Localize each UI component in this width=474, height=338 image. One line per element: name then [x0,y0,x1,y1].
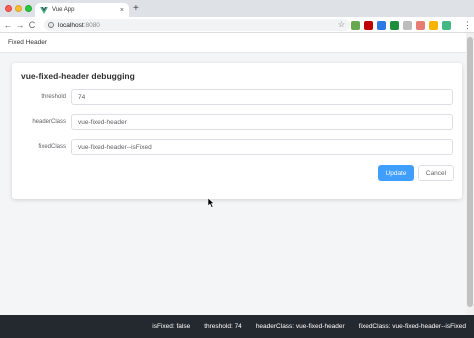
vue-logo-icon [40,6,48,14]
threshold-input[interactable] [71,89,453,105]
status-header-class: headerClass: vue-fixed-header [255,323,345,330]
browser-tab[interactable]: Vue App × [35,3,129,17]
browser-tabstrip: Vue App × + [0,0,474,17]
threshold-label: threshold [41,94,66,100]
header-class-label: headerClass [32,119,66,125]
tab-close-icon[interactable]: × [120,7,124,14]
browser-extension-icon[interactable] [442,21,451,30]
back-button[interactable]: ← [2,17,14,33]
status-threshold: threshold: 74 [204,323,242,330]
app-title: Fixed Header [8,39,48,46]
forward-button[interactable]: → [14,17,26,33]
status-fixed-class: fixedClass: vue-fixed-header--isFixed [358,323,466,330]
reload-button[interactable]: C [26,17,38,33]
url-port: :8080 [83,21,100,29]
tab-title: Vue App [52,7,75,13]
browser-extension-icon[interactable] [390,21,399,30]
minimize-window-button[interactable] [15,5,22,12]
app-header: Fixed Header [0,33,466,53]
scrollbar-thumb[interactable] [467,37,473,307]
maximize-window-button[interactable] [25,5,32,12]
new-tab-button[interactable]: + [133,3,139,15]
mouse-cursor-icon [208,198,215,208]
fixed-class-label: fixedClass [38,144,66,150]
header-class-input[interactable] [71,114,453,130]
fixed-class-input[interactable] [71,139,453,155]
status-is-fixed: isFixed: false [152,323,191,330]
status-bar: isFixed: false threshold: 74 headerClass… [0,315,474,338]
browser-extension-icon[interactable] [416,21,425,30]
bookmark-star-icon[interactable]: ☆ [338,19,345,31]
update-button[interactable]: Update [378,165,414,181]
close-window-button[interactable] [5,5,12,12]
card-title: vue-fixed-header debugging [21,71,135,81]
browser-menu-icon[interactable]: ⋮ [463,18,472,32]
page-scrollbar[interactable] [466,33,474,315]
info-icon[interactable]: i [48,22,54,28]
browser-extension-icon[interactable] [403,21,412,30]
cancel-button[interactable]: Cancel [418,165,454,181]
debug-card: vue-fixed-header debugging threshold hea… [12,63,462,199]
browser-extension-icon[interactable] [429,21,438,30]
address-bar[interactable]: i localhost:8080 ☆ [44,19,350,31]
browser-extension-icon[interactable] [364,21,373,30]
url-host: localhost [58,21,84,29]
browser-extension-icon[interactable] [351,21,360,30]
browser-extension-icon[interactable] [377,21,386,30]
